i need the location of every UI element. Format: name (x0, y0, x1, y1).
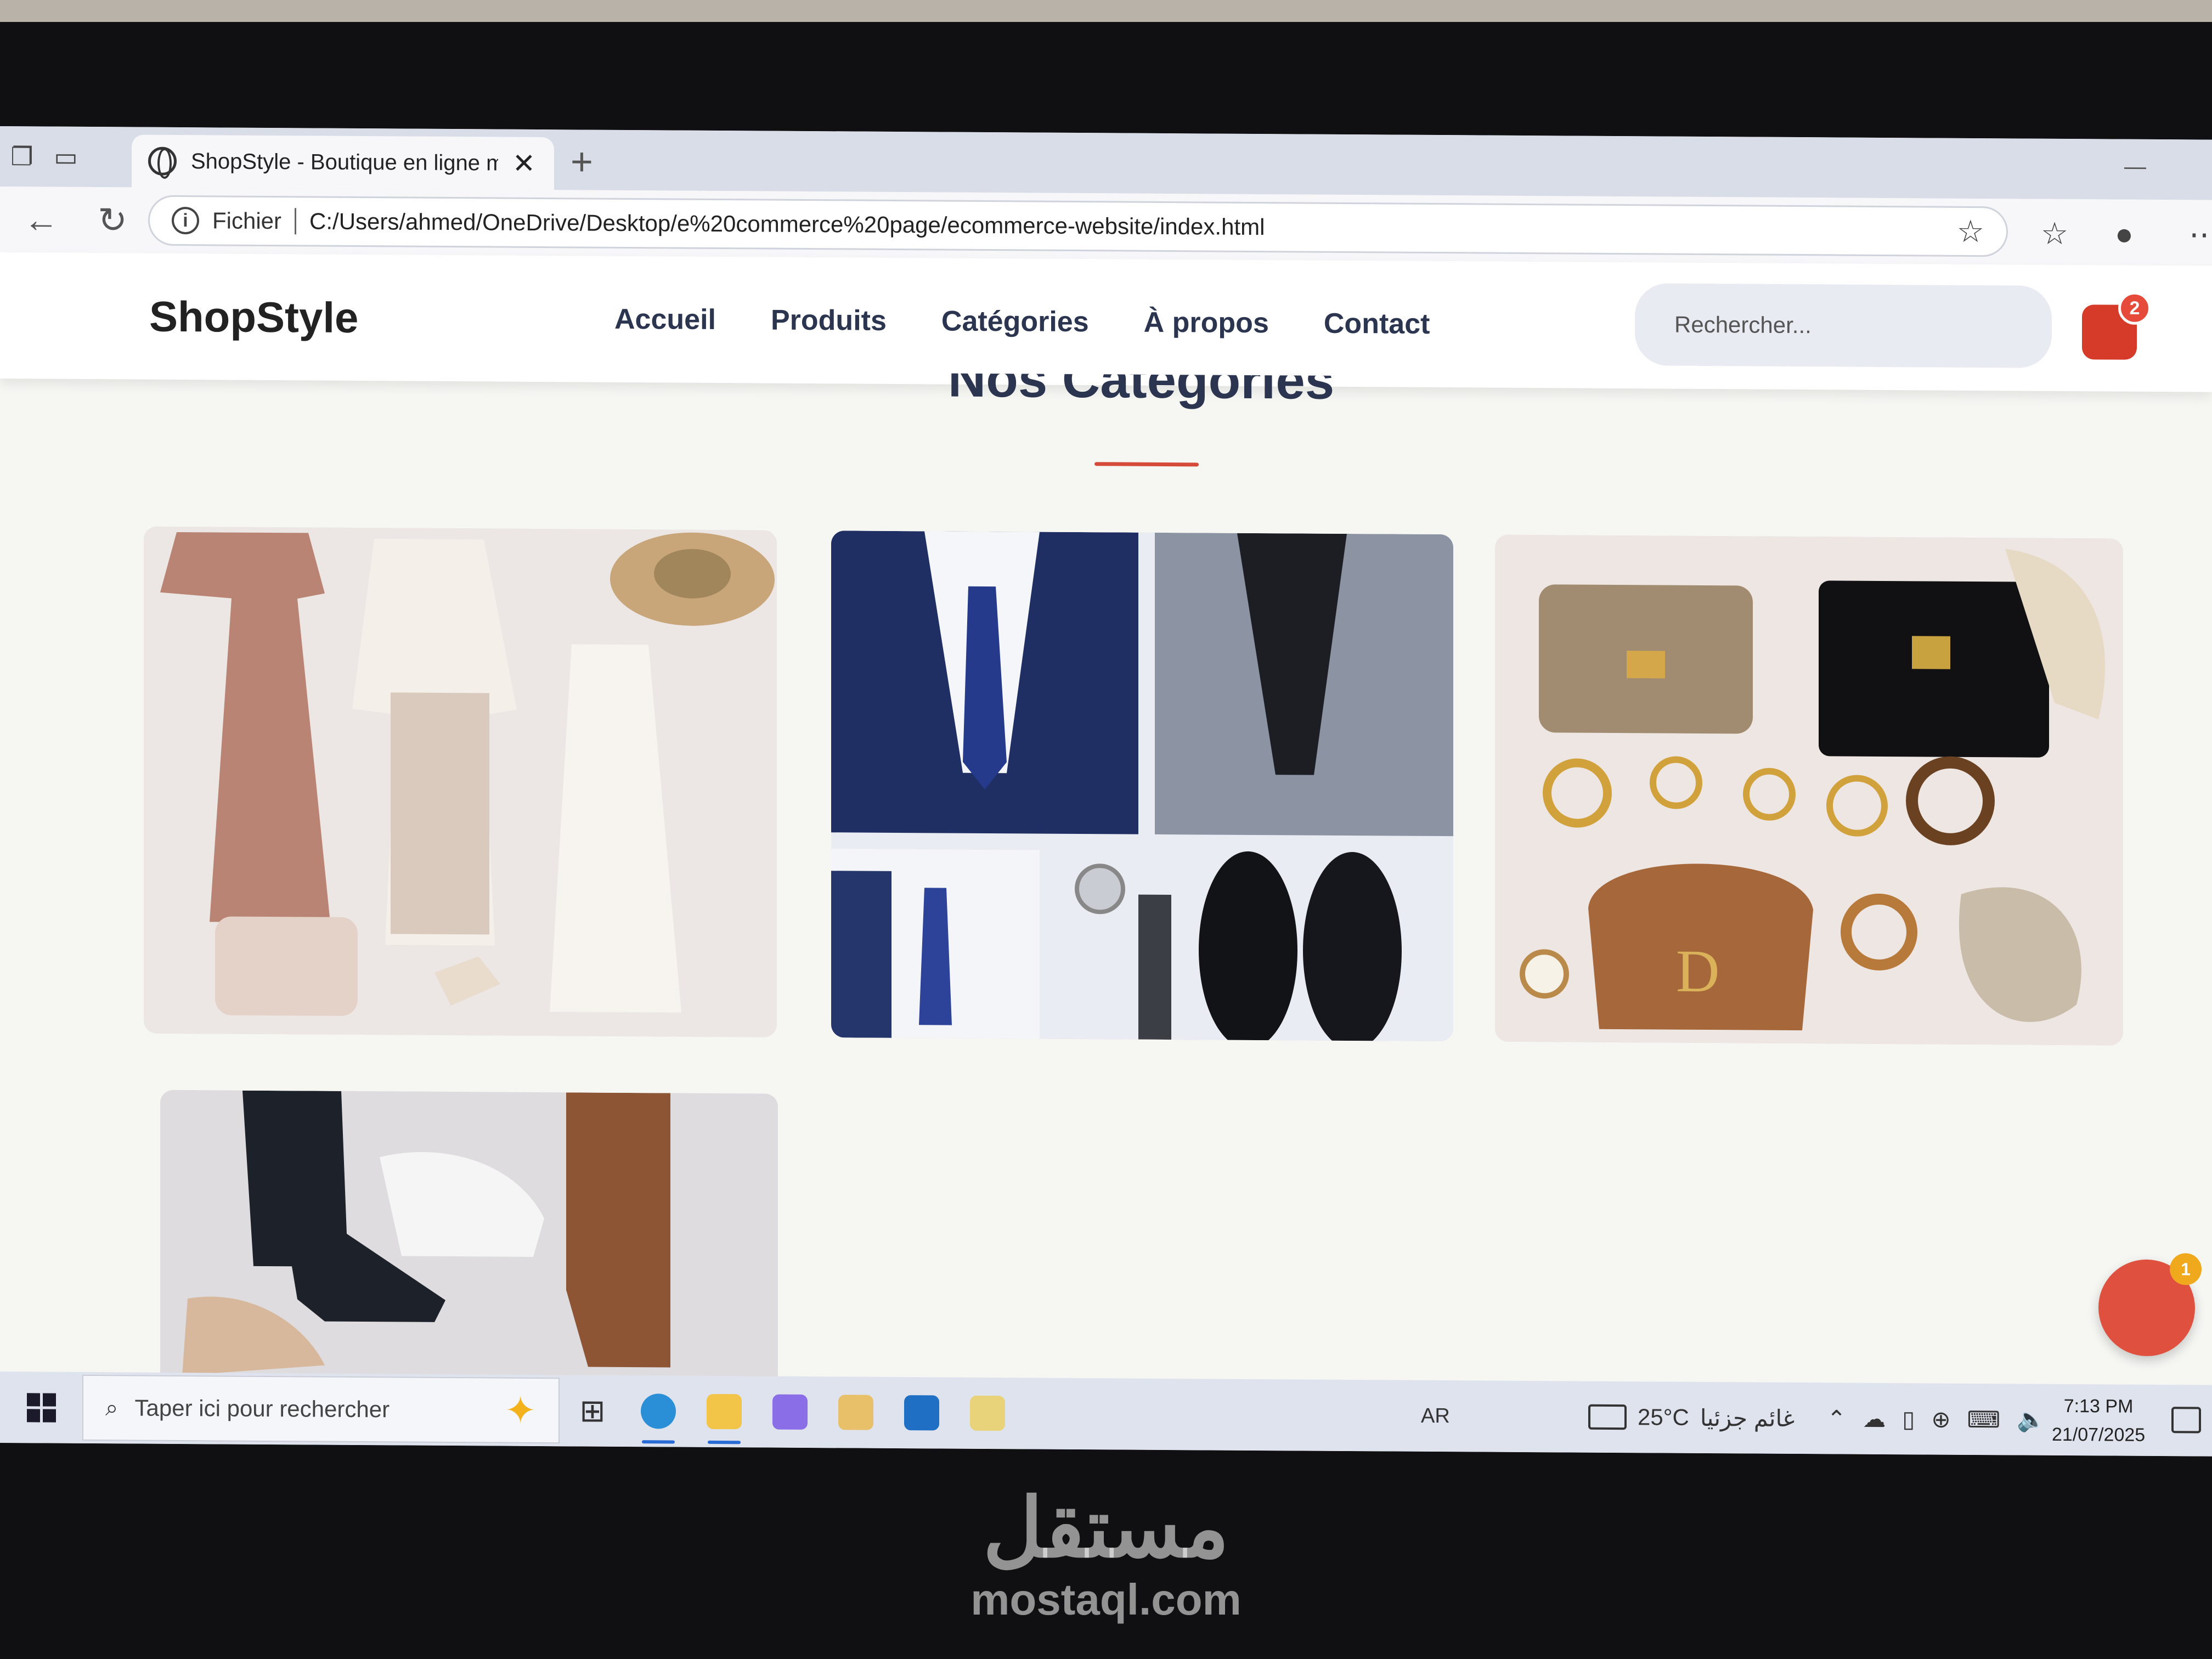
chat-button[interactable]: 1 (2098, 1253, 2202, 1357)
taskbar-search-placeholder: Taper ici pour rechercher (134, 1395, 390, 1423)
language-indicator[interactable]: AR (1421, 1404, 1450, 1427)
browser-tab-active[interactable]: ShopStyle - Boutique en ligne mo ✕ (132, 134, 554, 190)
new-tab-button[interactable]: + (571, 139, 593, 183)
accessories-image: D (1495, 534, 2123, 1046)
section-title-underline (1094, 462, 1199, 467)
outlook-icon[interactable] (889, 1377, 955, 1449)
taskbar-clock[interactable]: 7:13 PM 21/07/2025 (2052, 1392, 2145, 1449)
tab-actions-icon[interactable]: ▭ (44, 126, 88, 187)
workspaces-icon[interactable]: ❐ (0, 126, 44, 187)
men-clothing-image (831, 531, 1453, 1042)
cloud-icon[interactable]: ☁ (1863, 1405, 1886, 1432)
watermark-latin: mostaql.com (970, 1575, 1242, 1624)
search-icon: ⌕ (105, 1394, 119, 1420)
category-card-accessories[interactable]: D (1495, 534, 2123, 1046)
favorites-icon[interactable]: ☆ (2041, 216, 2068, 252)
chevron-up-icon[interactable]: ⌃ (1827, 1405, 1846, 1432)
profile-icon[interactable]: ● (2115, 216, 2134, 252)
nav-link-produits[interactable]: Produits (771, 304, 887, 337)
system-tray: ⌃ ☁ ▯ ⊕ ⌨ 🔈 (1827, 1405, 2045, 1433)
task-view-icon[interactable]: ⊞ (560, 1375, 625, 1447)
news-icon (1588, 1404, 1627, 1430)
notifications-icon[interactable] (2171, 1407, 2201, 1434)
windows-logo-icon (26, 1392, 56, 1423)
app-icon[interactable] (955, 1378, 1020, 1449)
women-clothing-image (144, 526, 777, 1037)
volume-icon[interactable]: 🔈 (2017, 1406, 2045, 1433)
site-info-icon[interactable]: i (172, 206, 199, 235)
laptop-screen: ❐ ▭ ShopStyle - Boutique en ligne mo ✕ +… (0, 126, 2212, 1457)
globe-icon (148, 146, 177, 176)
desk-background (0, 0, 2212, 22)
chat-badge: 1 (2170, 1253, 2202, 1285)
site-header: ShopStyle Accueil Produits Catégories À … (0, 252, 2212, 392)
windows-taskbar: ⌕ Taper ici pour rechercher ✦ ⊞ AR 25°C … (0, 1372, 2212, 1457)
file-explorer-icon[interactable] (691, 1376, 757, 1448)
cart-count-badge: 2 (2118, 291, 2151, 325)
nav-link-contact[interactable]: Contact (1324, 307, 1430, 341)
copilot-icon[interactable] (757, 1376, 823, 1448)
reload-icon[interactable]: ↻ (71, 187, 154, 253)
address-bar[interactable]: i Fichier C:/Users/ahmed/OneDrive/Deskto… (148, 195, 2008, 257)
nav-link-categories[interactable]: Catégories (941, 304, 1089, 338)
shoes-image (160, 1090, 778, 1379)
edge-browser-icon[interactable] (625, 1375, 691, 1447)
category-card-shoes[interactable] (160, 1090, 778, 1379)
nav-link-accueil[interactable]: Accueil (614, 303, 716, 336)
address-prefix: Fichier (212, 207, 282, 234)
weather-text: غائم جزئيا (1700, 1404, 1795, 1431)
store-icon[interactable] (823, 1376, 889, 1448)
category-card-men[interactable] (831, 531, 1453, 1042)
svg-text:D: D (1676, 938, 1719, 1005)
network-icon[interactable]: ⊕ (1931, 1406, 1950, 1432)
nav-link-a-propos[interactable]: À propos (1144, 306, 1269, 340)
watermark: مستقل mostaql.com (0, 1481, 2212, 1625)
clock-date: 21/07/2025 (2052, 1424, 2146, 1446)
clock-time: 7:13 PM (2063, 1395, 2134, 1417)
tab-title: ShopStyle - Boutique en ligne mo (191, 149, 498, 176)
cart-icon[interactable]: 2 (2082, 291, 2151, 360)
section-title: Nos Catégories (947, 373, 1335, 410)
watermark-arabic: مستقل (983, 1482, 1229, 1574)
category-card-women[interactable] (144, 526, 777, 1037)
address-url[interactable]: C:/Users/ahmed/OneDrive/Desktop/e%20comm… (309, 208, 1944, 244)
address-separator (295, 208, 297, 235)
taskbar-search-input[interactable]: ⌕ Taper ici pour rechercher ✦ (82, 1374, 560, 1444)
main-nav: Accueil Produits Catégories À propos Con… (614, 303, 1430, 341)
temperature: 25°C (1638, 1404, 1689, 1430)
search-input[interactable]: Rechercher... (1635, 283, 2052, 368)
site-logo[interactable]: ShopStyle (149, 291, 358, 342)
start-button[interactable] (0, 1372, 82, 1443)
sparkle-icon: ✦ (504, 1389, 537, 1432)
weather-widget[interactable]: 25°C غائم جزئيا (1588, 1403, 1795, 1431)
more-options-icon[interactable]: ⋯ (2189, 216, 2212, 252)
close-tab-icon[interactable]: ✕ (512, 148, 535, 179)
input-icon[interactable]: ⌨ (1967, 1406, 2001, 1432)
device-icon[interactable]: ▯ (1902, 1406, 1915, 1432)
favorite-star-icon[interactable]: ☆ (1957, 213, 1984, 250)
back-arrow-icon[interactable]: ← (0, 187, 82, 253)
minimize-window-icon[interactable]: — (2124, 155, 2146, 179)
